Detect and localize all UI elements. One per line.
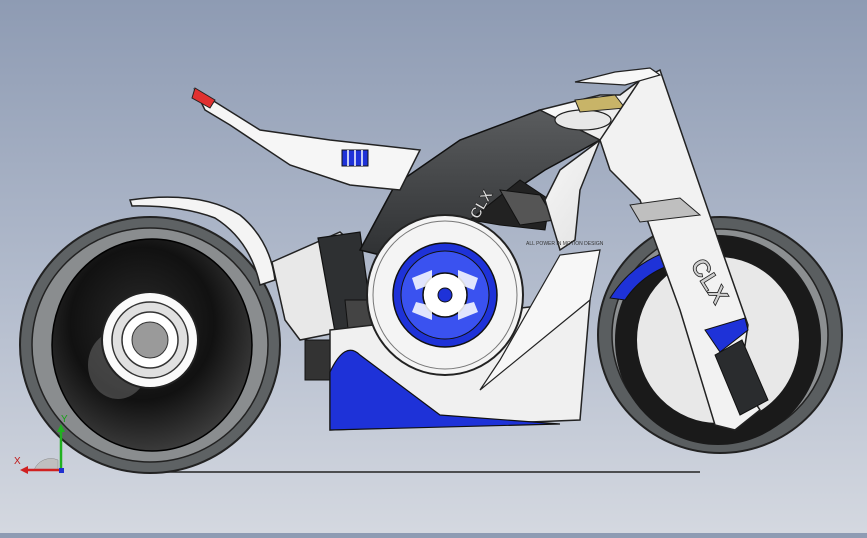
x-axis-label: X <box>14 456 21 467</box>
side-text: ALL POWER IN MOTION DESIGN <box>526 241 604 247</box>
z-axis-origin <box>59 468 64 473</box>
motorcycle-model[interactable]: ALL POWER IN MOTION DESIGN CLX CLX <box>0 0 867 533</box>
triad-plane <box>33 458 59 471</box>
y-axis-head <box>57 424 65 432</box>
hub-cover[interactable] <box>366 214 524 376</box>
cad-viewport[interactable]: ALL POWER IN MOTION DESIGN CLX CLX X Y <box>0 0 867 533</box>
y-axis-label: Y <box>61 414 68 425</box>
coordinate-triad: X Y <box>14 414 74 480</box>
x-axis-head <box>20 466 28 474</box>
seat-tail[interactable] <box>191 87 422 191</box>
